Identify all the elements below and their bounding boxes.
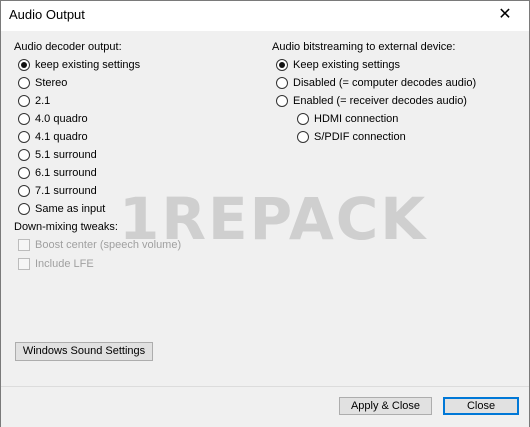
downmix-heading: Down-mixing tweaks: — [14, 221, 118, 233]
audio-output-dialog: Audio Output ✕ 1REPACK Audio decoder out… — [0, 0, 530, 427]
radio-icon[interactable] — [18, 167, 30, 179]
boost-center-label: Boost center (speech volume) — [35, 239, 182, 251]
radio-icon[interactable] — [276, 77, 288, 89]
checkbox-icon[interactable] — [18, 239, 30, 251]
radio-icon[interactable] — [18, 149, 30, 161]
checkbox-icon[interactable] — [18, 258, 30, 270]
bitstream-option-label: HDMI connection — [314, 113, 399, 125]
radio-icon[interactable] — [18, 77, 30, 89]
window-title: Audio Output — [9, 7, 85, 22]
radio-icon[interactable] — [276, 95, 288, 107]
decoder-option-label: keep existing settings — [35, 59, 141, 71]
radio-icon[interactable] — [297, 113, 309, 125]
radio-icon[interactable] — [18, 203, 30, 215]
radio-icon[interactable] — [18, 113, 30, 125]
radio-icon[interactable] — [18, 131, 30, 143]
windows-sound-settings-button[interactable]: Windows Sound Settings — [15, 342, 153, 361]
decoder-option-label: 4.1 quadro — [35, 131, 88, 143]
bitstream-option-label: S/PDIF connection — [314, 131, 406, 143]
decoder-option-label: 4.0 quadro — [35, 113, 88, 125]
decoder-option-label: 2.1 — [35, 95, 51, 107]
bitstream-option-label: Enabled (= receiver decodes audio) — [293, 95, 467, 107]
decoder-option-label: Same as input — [35, 203, 106, 215]
bitstream-option-label: Disabled (= computer decodes audio) — [293, 77, 477, 89]
apply-close-button[interactable]: Apply & Close — [339, 397, 432, 415]
radio-icon[interactable] — [297, 131, 309, 143]
bitstream-option-label: Keep existing settings — [293, 59, 401, 71]
dialog-footer: Apply & Close Close — [1, 386, 529, 427]
decoder-option-label: 5.1 surround — [35, 149, 97, 161]
bitstreaming-heading: Audio bitstreaming to external device: — [272, 41, 456, 53]
radio-icon[interactable] — [18, 185, 30, 197]
title-bar: Audio Output ✕ — [1, 1, 529, 31]
include-lfe-label: Include LFE — [35, 258, 94, 270]
radio-icon[interactable] — [18, 95, 30, 107]
close-button[interactable]: Close — [443, 397, 519, 415]
decoder-option-label: 7.1 surround — [35, 185, 97, 197]
decoder-option-label: 6.1 surround — [35, 167, 97, 179]
decoder-option-label: Stereo — [35, 77, 68, 89]
radio-icon[interactable] — [18, 59, 30, 71]
decoder-output-heading: Audio decoder output: — [14, 41, 122, 53]
close-window-icon[interactable]: ✕ — [485, 1, 525, 31]
radio-icon[interactable] — [276, 59, 288, 71]
